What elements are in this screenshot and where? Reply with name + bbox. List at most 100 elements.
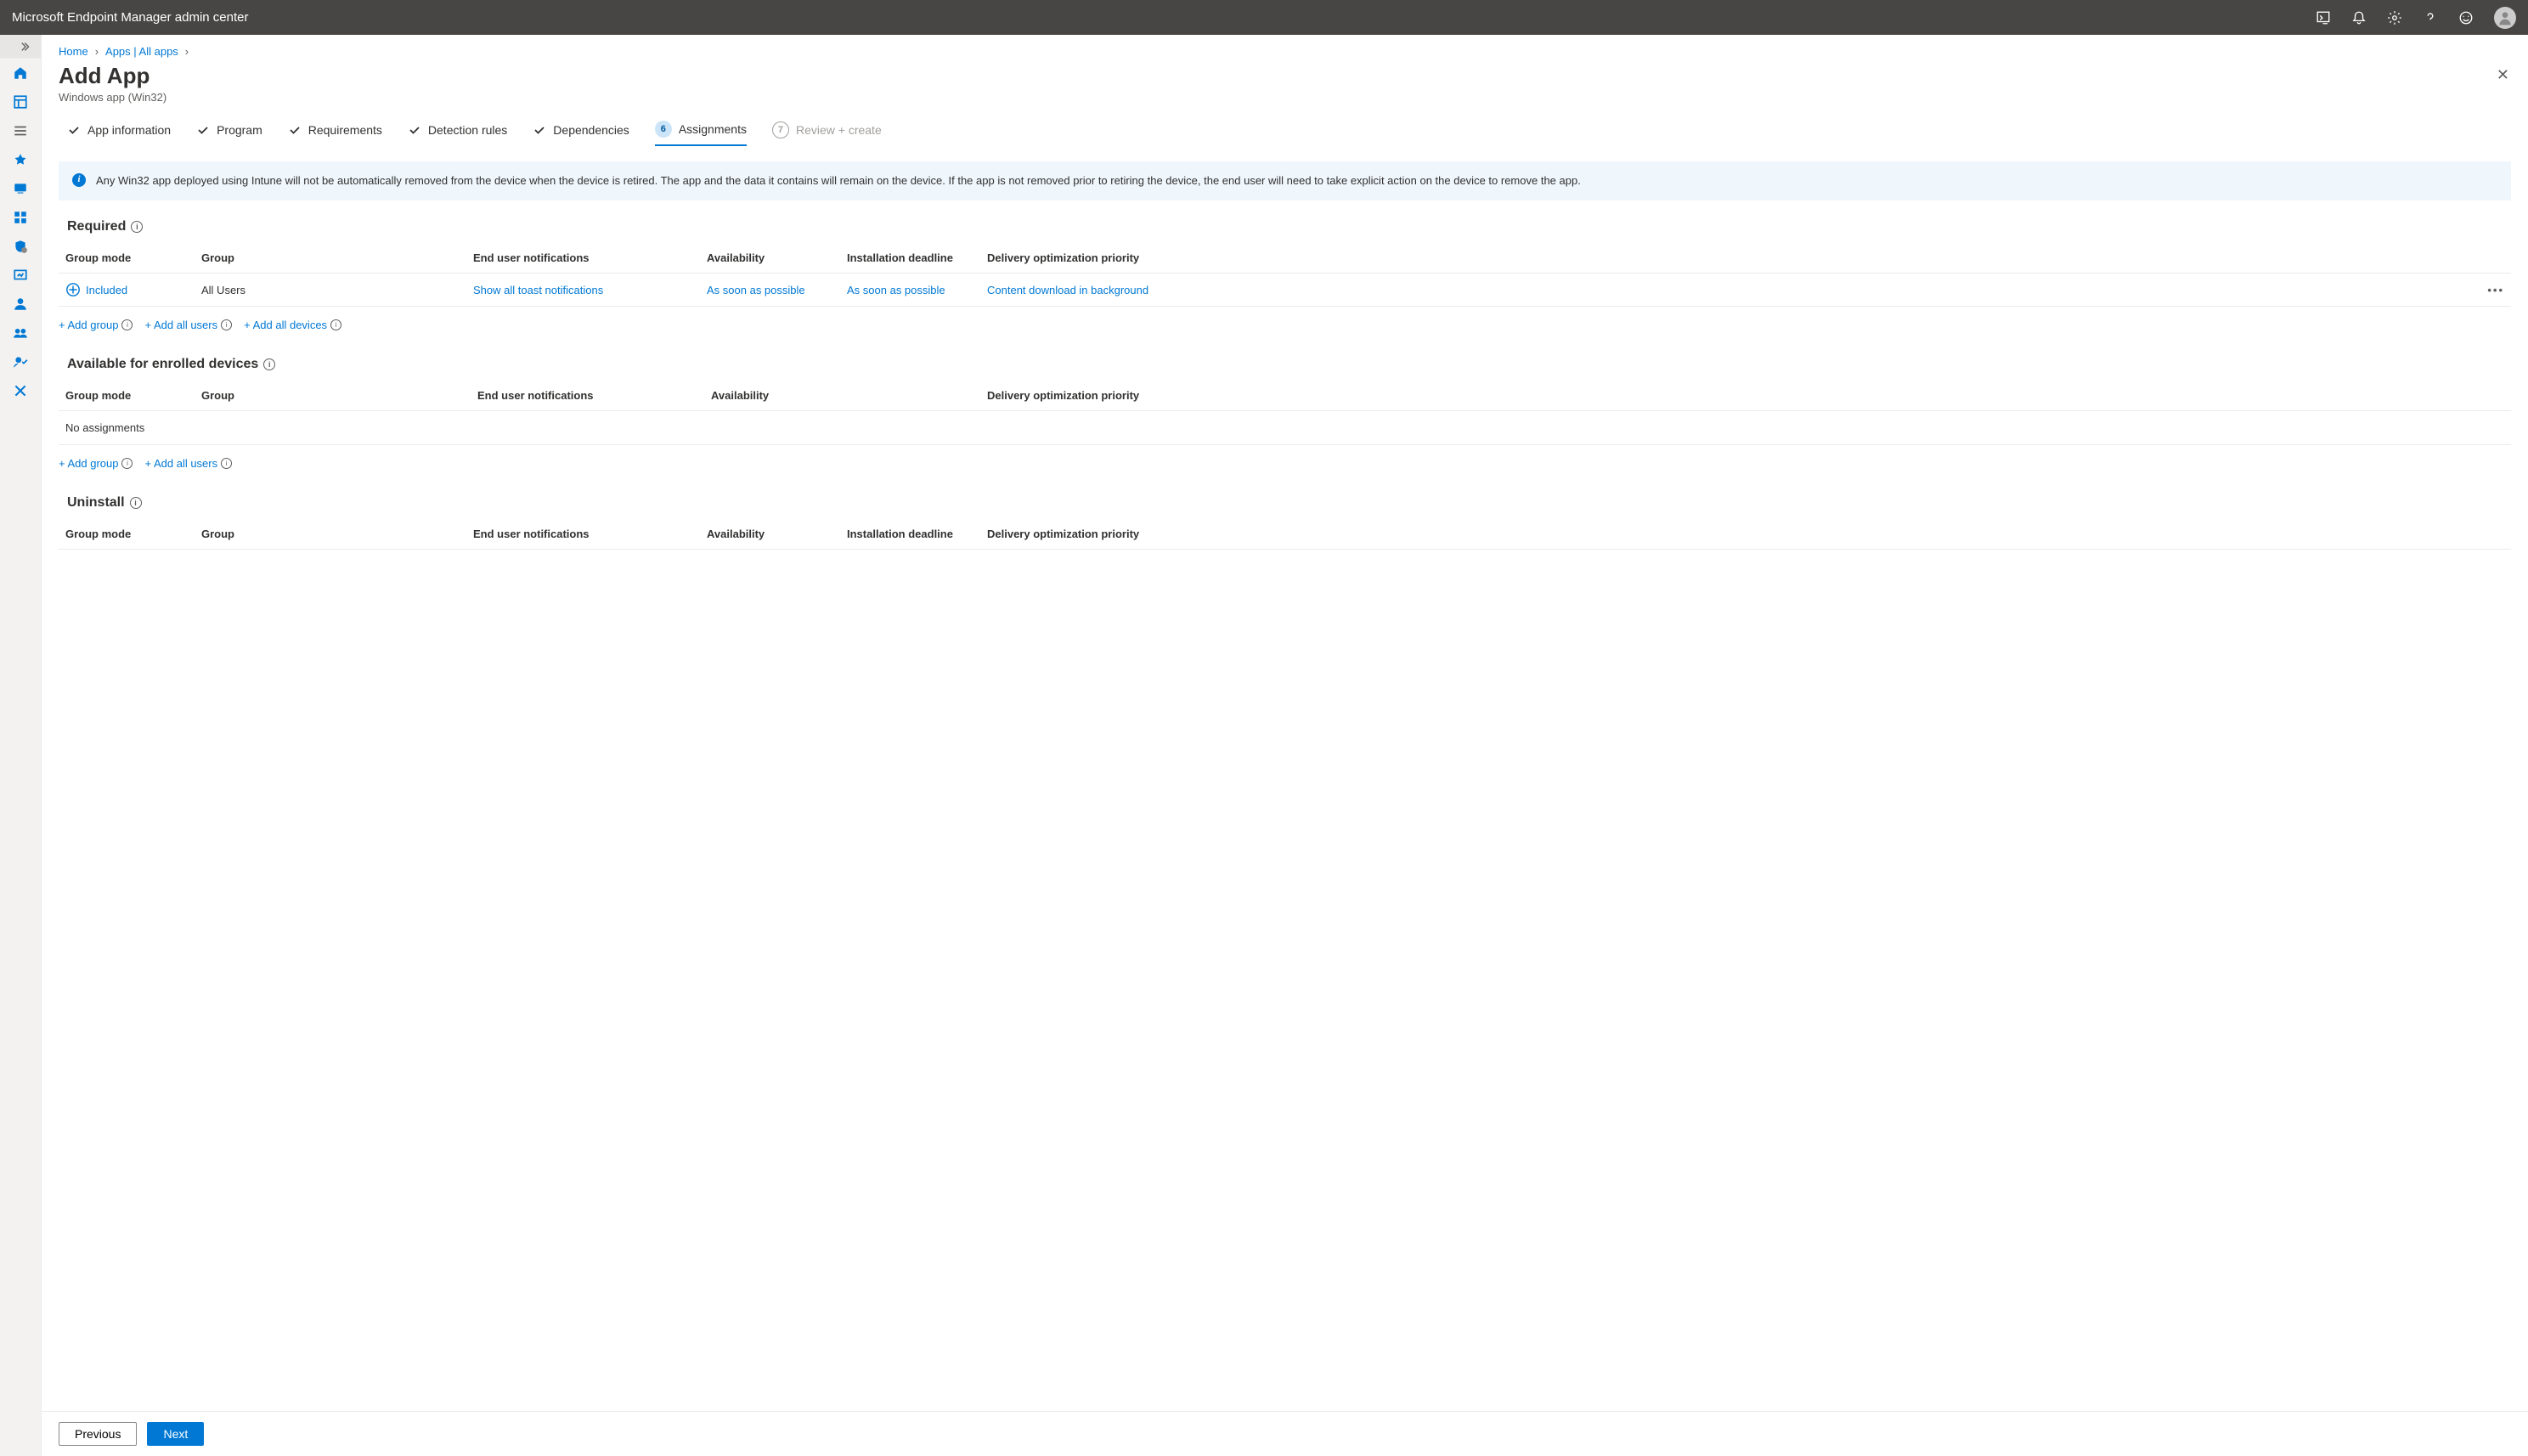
nav-users-icon[interactable] (0, 290, 42, 319)
feedback-icon[interactable] (2458, 10, 2474, 25)
tab-label: Dependencies (553, 123, 629, 137)
user-avatar[interactable] (2494, 7, 2516, 29)
breadcrumb-home[interactable]: Home (59, 45, 88, 58)
product-title: Microsoft Endpoint Manager admin center (12, 10, 248, 25)
tab-program[interactable]: Program (196, 123, 262, 144)
col-group-mode: Group mode (59, 243, 195, 274)
nav-devices-icon[interactable] (0, 174, 42, 203)
nav-endpoint-security-icon[interactable] (0, 232, 42, 261)
main-content: Home › Apps | All apps › Add App Windows… (42, 35, 2528, 1456)
info-banner: i Any Win32 app deployed using Intune wi… (59, 161, 2511, 200)
col-delivery: Delivery optimization priority (980, 381, 2511, 411)
col-group-mode: Group mode (59, 519, 195, 550)
col-notifications: End user notifications (466, 243, 700, 274)
col-group: Group (195, 243, 466, 274)
available-add-links: + Add group i + Add all users i (59, 457, 2511, 470)
col-group-mode: Group mode (59, 381, 195, 411)
breadcrumb-apps[interactable]: Apps | All apps (105, 45, 178, 58)
help-icon[interactable] (2423, 10, 2438, 25)
section-uninstall-title: Uninstall i (67, 495, 2511, 511)
table-row-empty: No assignments (59, 411, 2511, 445)
nav-groups-icon[interactable] (0, 319, 42, 347)
nav-troubleshoot-icon[interactable] (0, 376, 42, 405)
group-cell: All Users (195, 274, 466, 307)
col-availability: Availability (700, 243, 840, 274)
previous-button[interactable]: Previous (59, 1422, 137, 1446)
settings-icon[interactable] (2387, 10, 2402, 25)
notifications-icon[interactable] (2351, 10, 2367, 25)
required-add-links: + Add group i + Add all users i + Add al… (59, 319, 2511, 331)
header-actions (2316, 7, 2516, 29)
tab-dependencies[interactable]: Dependencies (533, 123, 629, 144)
tab-assignments[interactable]: 6 Assignments (655, 121, 747, 146)
col-delivery: Delivery optimization priority (980, 519, 2511, 550)
section-available-title: Available for enrolled devices i (67, 357, 2511, 372)
add-all-devices-link[interactable]: + Add all devices i (244, 319, 341, 331)
tab-app-information[interactable]: App information (67, 123, 171, 144)
col-deadline: Installation deadline (840, 243, 980, 274)
nav-all-services-icon[interactable] (0, 116, 42, 145)
add-all-users-link[interactable]: + Add all users i (144, 457, 232, 470)
tab-label: App information (87, 123, 171, 137)
step-badge: 6 (655, 121, 672, 138)
deadline-link[interactable]: As soon as possible (847, 284, 945, 296)
breadcrumb: Home › Apps | All apps › (42, 35, 2528, 61)
tab-label: Program (217, 123, 262, 137)
page-subtitle: Windows app (Win32) (59, 91, 166, 104)
table-row: Included All Users Show all toast notifi… (59, 274, 2511, 307)
page-title: Add App (59, 63, 166, 89)
required-table: Group mode Group End user notifications … (59, 243, 2511, 307)
wizard-footer: Previous Next (42, 1411, 2528, 1456)
col-delivery: Delivery optimization priority (980, 243, 2477, 274)
col-availability: Availability (700, 519, 840, 550)
info-ring-icon[interactable]: i (263, 358, 275, 370)
tab-review-create: 7 Review + create (772, 121, 882, 145)
col-deadline: Installation deadline (840, 519, 980, 550)
nav-reports-icon[interactable] (0, 261, 42, 290)
next-button[interactable]: Next (147, 1422, 204, 1446)
info-ring-icon[interactable]: i (130, 497, 142, 509)
info-ring-icon[interactable]: i (330, 319, 341, 330)
row-context-menu-icon[interactable]: ••• (2477, 274, 2511, 307)
tab-label: Assignments (679, 122, 747, 136)
global-header: Microsoft Endpoint Manager admin center (0, 0, 2528, 35)
info-ring-icon[interactable]: i (121, 319, 133, 330)
nav-tenant-admin-icon[interactable] (0, 347, 42, 376)
nav-favorites-icon[interactable] (0, 145, 42, 174)
nav-dashboard-icon[interactable] (0, 87, 42, 116)
step-badge: 7 (772, 121, 789, 138)
group-mode-cell[interactable]: Included (65, 282, 188, 297)
col-group: Group (195, 381, 471, 411)
nav-apps-icon[interactable] (0, 203, 42, 232)
chevron-right-icon: › (185, 45, 189, 58)
nav-expand-toggle[interactable] (0, 35, 41, 59)
chevron-right-icon: › (95, 45, 99, 58)
section-required-title: Required i (67, 219, 2511, 234)
info-banner-text: Any Win32 app deployed using Intune will… (96, 173, 1581, 189)
tab-label: Requirements (308, 123, 382, 137)
tab-label: Review + create (796, 123, 882, 137)
close-icon[interactable]: ✕ (2495, 63, 2511, 87)
add-group-link[interactable]: + Add group i (59, 319, 133, 331)
availability-link[interactable]: As soon as possible (707, 284, 805, 296)
add-all-users-link[interactable]: + Add all users i (144, 319, 232, 331)
info-ring-icon[interactable]: i (221, 319, 232, 330)
notifications-link[interactable]: Show all toast notifications (473, 284, 603, 296)
tab-label: Detection rules (428, 123, 507, 137)
add-group-link[interactable]: + Add group i (59, 457, 133, 470)
col-availability: Availability (704, 381, 980, 411)
col-group: Group (195, 519, 466, 550)
left-nav-rail (0, 35, 42, 1456)
info-ring-icon[interactable]: i (121, 458, 133, 469)
tab-detection-rules[interactable]: Detection rules (408, 123, 507, 144)
info-ring-icon[interactable]: i (221, 458, 232, 469)
col-notifications: End user notifications (471, 381, 704, 411)
nav-home-icon[interactable] (0, 59, 42, 87)
available-table: Group mode Group End user notifications … (59, 381, 2511, 445)
info-icon: i (72, 173, 86, 187)
info-ring-icon[interactable]: i (131, 221, 143, 233)
wizard-tabs: App information Program Requirements Det… (42, 112, 2528, 146)
delivery-link[interactable]: Content download in background (987, 284, 1148, 296)
tab-requirements[interactable]: Requirements (288, 123, 382, 144)
cloud-shell-icon[interactable] (2316, 10, 2331, 25)
